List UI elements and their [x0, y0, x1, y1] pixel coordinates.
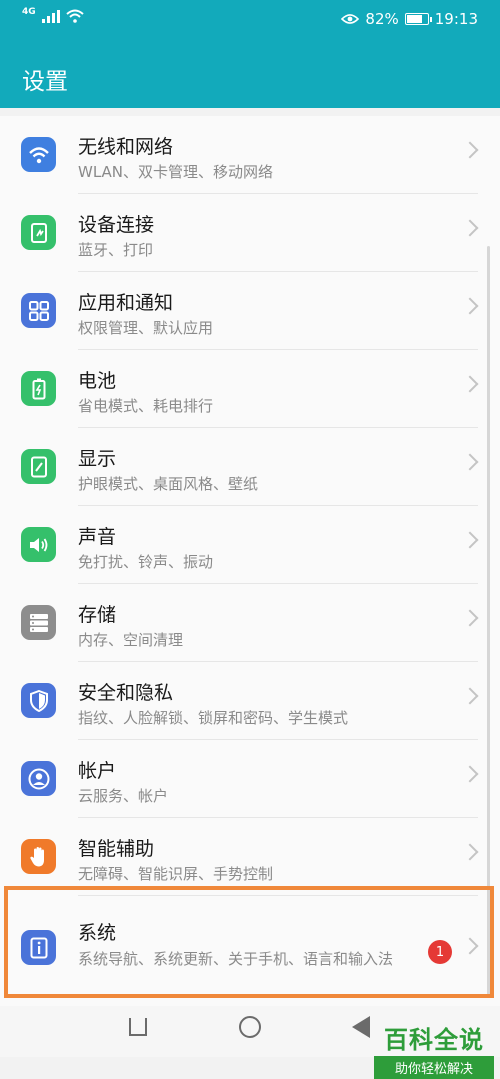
- settings-item-apps-notifications[interactable]: 应用和通知 权限管理、默认应用: [0, 272, 500, 350]
- highlight-frame: [4, 886, 494, 998]
- item-subtitle: 无障碍、智能识屏、手势控制: [78, 865, 274, 883]
- chevron-right-icon: [461, 375, 479, 393]
- account-icon: [21, 761, 56, 796]
- settings-item-smart-assist[interactable]: 智能辅助 无障碍、智能识屏、手势控制: [0, 818, 500, 896]
- wifi-icon: [21, 137, 56, 172]
- item-subtitle: 内存、空间清理: [78, 631, 184, 649]
- item-label: 声音: [78, 526, 117, 548]
- settings-list[interactable]: 无线和网络 WLAN、双卡管理、移动网络 设备连接 蓝牙、打印 应用和通知 权限…: [0, 116, 500, 1006]
- apps-grid-icon: [21, 293, 56, 328]
- item-label: 电池: [78, 370, 117, 392]
- battery-fill: [406, 15, 423, 23]
- item-label: 安全和隐私: [78, 682, 174, 704]
- item-subtitle: 云服务、帐户: [78, 787, 169, 805]
- item-subtitle: WLAN、双卡管理、移动网络: [78, 163, 274, 181]
- item-label: 显示: [78, 448, 117, 470]
- wifi-status-icon: [65, 9, 84, 23]
- hand-icon: [21, 839, 56, 874]
- item-label: 存储: [78, 604, 117, 626]
- chevron-right-icon: [461, 531, 479, 549]
- speaker-icon: [21, 527, 56, 562]
- device-connect-icon: [21, 215, 56, 250]
- settings-item-device-connection[interactable]: 设备连接 蓝牙、打印: [0, 194, 500, 272]
- item-subtitle: 免打扰、铃声、振动: [78, 553, 214, 571]
- network-type: 4G: [22, 6, 36, 17]
- watermark-subtitle: 助你轻松解决: [374, 1056, 494, 1079]
- item-label: 帐户: [78, 760, 117, 782]
- item-subtitle: 蓝牙、打印: [78, 241, 154, 259]
- chevron-right-icon: [461, 297, 479, 315]
- chevron-right-icon: [461, 609, 479, 627]
- back-button[interactable]: [352, 1016, 370, 1038]
- chevron-right-icon: [461, 765, 479, 783]
- chevron-right-icon: [461, 141, 479, 159]
- watermark: 百科全说 助你轻松解决: [374, 1028, 494, 1079]
- app-header: 设置: [0, 40, 500, 108]
- chevron-right-icon: [461, 687, 479, 705]
- item-label: 无线和网络: [78, 136, 174, 158]
- battery-percent: 82%: [365, 10, 399, 28]
- item-label: 应用和通知: [78, 292, 174, 314]
- battery-icon: [21, 371, 56, 406]
- shield-icon: [21, 683, 56, 718]
- settings-item-wireless[interactable]: 无线和网络 WLAN、双卡管理、移动网络: [0, 116, 500, 194]
- signal-icon: [41, 9, 60, 23]
- status-right: 82% 19:13: [341, 10, 478, 28]
- recents-button[interactable]: [129, 1018, 147, 1036]
- status-bar: 4G 82% 19:13: [0, 0, 500, 40]
- item-label: 设备连接: [78, 214, 155, 236]
- settings-item-display[interactable]: 显示 护眼模式、桌面风格、壁纸: [0, 428, 500, 506]
- clock: 19:13: [434, 10, 478, 28]
- storage-icon: [21, 605, 56, 640]
- battery-status-icon: [404, 13, 432, 25]
- home-button[interactable]: [239, 1016, 261, 1038]
- item-subtitle: 权限管理、默认应用: [78, 319, 214, 337]
- settings-item-account[interactable]: 帐户 云服务、帐户: [0, 740, 500, 818]
- item-subtitle: 护眼模式、桌面风格、壁纸: [78, 475, 259, 493]
- item-label: 智能辅助: [78, 838, 155, 860]
- display-icon: [21, 449, 56, 484]
- settings-item-battery[interactable]: 电池 省电模式、耗电排行: [0, 350, 500, 428]
- chevron-right-icon: [461, 219, 479, 237]
- chevron-right-icon: [461, 453, 479, 471]
- settings-item-sound[interactable]: 声音 免打扰、铃声、振动: [0, 506, 500, 584]
- item-subtitle: 省电模式、耗电排行: [78, 397, 214, 415]
- status-left: 4G: [22, 6, 84, 23]
- page-title: 设置: [22, 69, 68, 95]
- watermark-title: 百科全说: [384, 1026, 484, 1054]
- settings-item-storage[interactable]: 存储 内存、空间清理: [0, 584, 500, 662]
- scrollbar[interactable]: [487, 246, 490, 996]
- settings-item-security-privacy[interactable]: 安全和隐私 指纹、人脸解锁、锁屏和密码、学生模式: [0, 662, 500, 740]
- item-subtitle: 指纹、人脸解锁、锁屏和密码、学生模式: [78, 709, 349, 727]
- chevron-right-icon: [461, 843, 479, 861]
- eye-comfort-icon: [341, 14, 360, 24]
